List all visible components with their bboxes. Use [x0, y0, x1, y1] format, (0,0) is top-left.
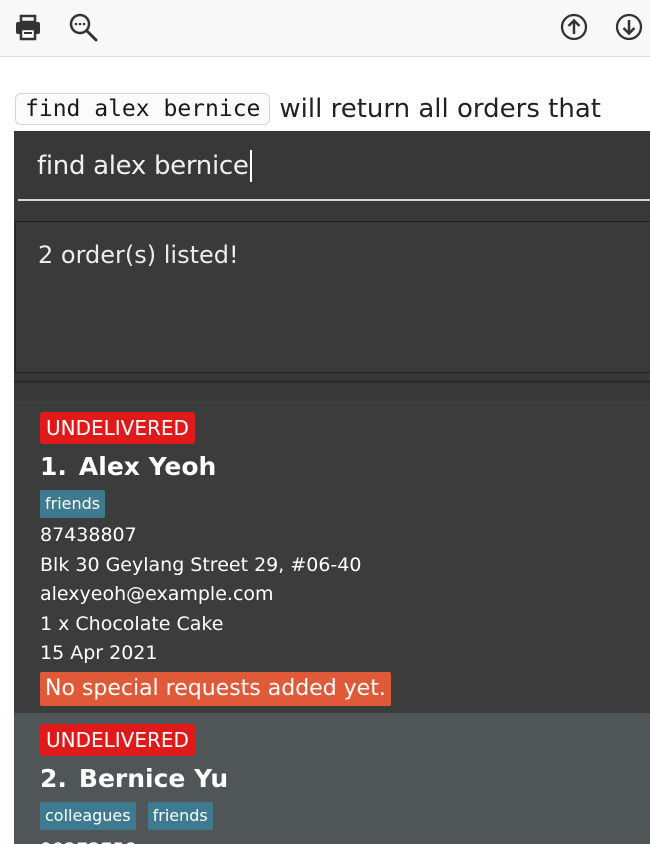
command-input-text: find alex bernice: [37, 151, 249, 181]
order-list[interactable]: UNDELIVERED 1. Alex Yeoh friends 87438807…: [14, 401, 650, 844]
command-box[interactable]: find alex bernice: [14, 131, 650, 201]
divider: [14, 380, 650, 383]
delivery-date: 15 Apr 2021: [40, 642, 158, 664]
special-request: No special requests added yet.: [40, 671, 391, 706]
tag-list: friends: [40, 490, 650, 518]
command-input[interactable]: find alex bernice: [37, 150, 252, 182]
text-caret: [249, 150, 252, 182]
order-item: 1 x Chocolate Cake: [40, 612, 224, 635]
customer-name-text: Alex Yeoh: [78, 452, 217, 481]
phone: 87438807: [40, 524, 137, 546]
doc-text: will return all orders that: [279, 94, 601, 124]
customer-name: 2. Bernice Yu: [40, 762, 650, 796]
tag: colleagues: [40, 802, 136, 830]
toolbar: [0, 0, 650, 57]
app-screenshot: find alex bernice 2 order(s) listed! UND…: [14, 131, 650, 844]
tag: friends: [40, 490, 106, 518]
customer-name-text: Bernice Yu: [78, 764, 229, 793]
phone: 99272758: [40, 836, 650, 844]
zoom-icon[interactable]: [68, 12, 98, 42]
tag: friends: [147, 802, 213, 830]
printer-icon[interactable]: [13, 12, 43, 42]
status-badge: UNDELIVERED: [40, 724, 195, 756]
arrow-up-circle-icon[interactable]: [559, 12, 589, 42]
result-display: 2 order(s) listed!: [15, 221, 650, 373]
email: alexyeoh@example.com: [40, 583, 274, 605]
order-index: 1.: [40, 452, 67, 481]
address: Blk 30 Geylang Street 29, #06-40: [40, 553, 362, 576]
arrow-down-circle-icon[interactable]: [614, 12, 644, 42]
command-underline: [18, 199, 650, 201]
doc-paragraph: find alex bernice will return all orders…: [15, 88, 601, 130]
order-index: 2.: [40, 764, 67, 793]
customer-name: 1. Alex Yeoh: [40, 450, 650, 484]
status-badge: UNDELIVERED: [40, 412, 195, 444]
result-message: 2 order(s) listed!: [38, 241, 239, 269]
order-card[interactable]: UNDELIVERED 1. Alex Yeoh friends 87438807…: [14, 401, 650, 713]
inline-code: find alex bernice: [15, 93, 271, 125]
tag-list: colleagues friends: [40, 802, 650, 830]
order-card[interactable]: UNDELIVERED 2. Bernice Yu colleagues frien…: [14, 713, 650, 844]
